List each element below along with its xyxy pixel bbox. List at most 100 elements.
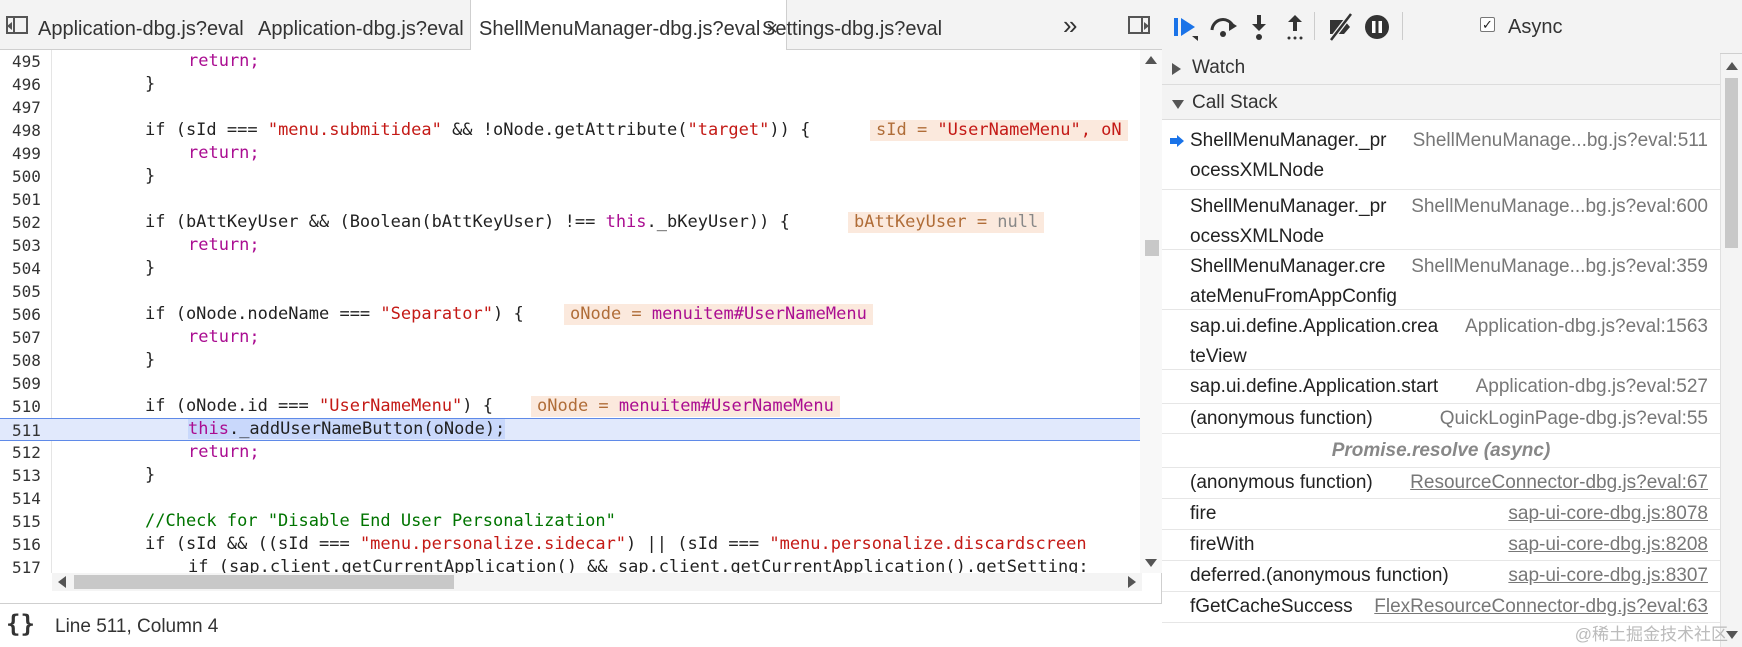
line-number[interactable]: 517 [0, 556, 48, 573]
line-number[interactable]: 505 [0, 280, 48, 303]
tab-label: Application-dbg.js?eval [38, 18, 244, 40]
frame-location[interactable]: FlexResourceConnector-dbg.js?eval:63 [1374, 590, 1708, 624]
code-line-504: } [145, 257, 155, 280]
call-frame[interactable]: ShellMenuManager.cre ateMenuFromAppConfi… [1162, 250, 1720, 310]
tab-shellmenumanager[interactable]: ShellMenuManager-dbg.js?eval × [470, 0, 787, 50]
frame-location[interactable]: sap-ui-core-dbg.js:8307 [1508, 559, 1708, 593]
call-frame[interactable]: (anonymous function) ResourceConnector-d… [1162, 468, 1720, 499]
line-number[interactable]: 497 [0, 96, 48, 119]
inline-value-oNode[interactable]: oNode = menuitem#UserNameMenu [564, 304, 873, 325]
resume-icon[interactable] [1170, 12, 1200, 42]
line-number[interactable]: 514 [0, 487, 48, 510]
code-area[interactable]: 495 496 497 498 499 500 501 502 503 504 … [0, 50, 1162, 573]
line-number[interactable]: 504 [0, 257, 48, 280]
line-number[interactable]: 495 [0, 50, 48, 73]
frame-function-name: ShellMenuManager._pr [1190, 130, 1387, 151]
tab-application-1[interactable]: Application-dbg.js?eval [38, 0, 244, 50]
code-token: } [145, 350, 156, 370]
code-line-502: if (bAttKeyUser && (Boolean(bAttKeyUser)… [145, 211, 790, 234]
frame-function-name: fGetCacheSuccess [1190, 596, 1353, 617]
line-number[interactable]: 499 [0, 142, 48, 165]
frame-location[interactable]: ShellMenuManage...bg.js?eval:600 [1411, 190, 1708, 224]
line-number[interactable]: 502 [0, 211, 48, 234]
call-frame[interactable]: sap.ui.define.Application.crea teView Ap… [1162, 310, 1720, 370]
frame-function-name: sap.ui.define.Application.crea [1190, 316, 1439, 337]
deactivate-breakpoints-icon[interactable] [1326, 12, 1356, 42]
line-number[interactable]: 500 [0, 165, 48, 188]
line-number[interactable]: 512 [0, 441, 48, 464]
call-frame[interactable]: fireWith sap-ui-core-dbg.js:8208 [1162, 530, 1720, 561]
frame-location[interactable]: sap-ui-core-dbg.js:8078 [1508, 497, 1708, 531]
call-frame[interactable]: ShellMenuManager._pr ocessXMLNode ShellM… [1162, 190, 1720, 250]
line-number[interactable]: 515 [0, 510, 48, 533]
callstack-section-header[interactable]: Call Stack [1162, 85, 1720, 120]
frame-location[interactable]: QuickLoginPage-dbg.js?eval:55 [1440, 402, 1708, 436]
call-frame[interactable]: fGetCacheSuccess FlexResourceConnector-d… [1162, 592, 1720, 623]
more-tabs-icon[interactable]: » [1063, 10, 1077, 41]
frame-location[interactable]: ShellMenuManage...bg.js?eval:359 [1411, 250, 1708, 284]
editor-horizontal-scrollbar[interactable] [52, 573, 1142, 591]
scroll-down-icon[interactable] [1145, 559, 1157, 567]
toggle-debugger-icon[interactable] [1128, 16, 1150, 34]
line-number[interactable]: 510 [0, 395, 48, 418]
scroll-thumb[interactable] [1725, 78, 1738, 248]
line-number[interactable]: 503 [0, 234, 48, 257]
frame-function-name: (anonymous function) [1190, 408, 1373, 429]
line-number[interactable]: 498 [0, 119, 48, 142]
code-line-512: return; [188, 441, 260, 464]
editor-vertical-scrollbar[interactable] [1140, 50, 1162, 573]
scroll-left-icon[interactable] [58, 576, 66, 588]
frame-location[interactable]: Application-dbg.js?eval:527 [1476, 370, 1708, 404]
scroll-right-icon[interactable] [1128, 576, 1136, 588]
scroll-up-icon[interactable] [1145, 56, 1157, 64]
frame-location[interactable]: ShellMenuManage...bg.js?eval:511 [1413, 124, 1708, 158]
scroll-up-icon[interactable] [1726, 62, 1738, 70]
frame-location[interactable]: Application-dbg.js?eval:1563 [1465, 310, 1708, 344]
code-token: if (sId === [145, 120, 268, 140]
line-number[interactable]: 507 [0, 326, 48, 349]
inline-value-key: oNode = [570, 304, 652, 324]
current-execution-line: 511 [0, 418, 1162, 441]
line-number[interactable]: 506 [0, 303, 48, 326]
frame-function-name: deferred.(anonymous function) [1190, 565, 1449, 586]
step-over-icon[interactable] [1208, 12, 1238, 42]
tab-application-2[interactable]: Application-dbg.js?eval [258, 0, 464, 50]
inline-value: menuitem#UserNameMenu [618, 396, 834, 416]
step-out-icon[interactable] [1280, 12, 1310, 42]
toolbar-divider [1402, 12, 1403, 40]
line-number[interactable]: 513 [0, 464, 48, 487]
inline-value: menuitem#UserNameMenu [651, 304, 867, 324]
tab-label: ShellMenuManager-dbg.js?eval [479, 18, 761, 40]
pause-on-exceptions-icon[interactable] [1362, 12, 1392, 42]
watch-section-header[interactable]: Watch [1162, 50, 1720, 85]
code-line-506: if (oNode.nodeName === "Separator") { [145, 303, 524, 326]
line-number[interactable]: 501 [0, 188, 48, 211]
debugger-vertical-scrollbar[interactable] [1720, 54, 1742, 647]
code-line-517: if (sap.client.getCurrentApplication() &… [188, 556, 1089, 573]
call-frame[interactable]: (anonymous function) QuickLoginPage-dbg.… [1162, 404, 1720, 434]
pretty-print-button[interactable]: {} [6, 610, 35, 638]
line-number[interactable]: 516 [0, 533, 48, 556]
scroll-thumb[interactable] [74, 575, 454, 589]
scroll-thumb[interactable] [1145, 240, 1159, 256]
call-frame[interactable]: deferred.(anonymous function) sap-ui-cor… [1162, 561, 1720, 592]
call-frame[interactable]: ShellMenuManager._pr ocessXMLNode ShellM… [1162, 124, 1720, 190]
line-number[interactable]: 508 [0, 349, 48, 372]
async-checkbox[interactable]: ✓ [1480, 17, 1495, 32]
line-number[interactable]: 511 [0, 419, 48, 442]
step-into-icon[interactable] [1244, 12, 1274, 42]
call-frame[interactable]: fire sap-ui-core-dbg.js:8078 [1162, 499, 1720, 530]
inline-value-sId[interactable]: sId = "UserNameMenu", oN [870, 120, 1128, 141]
call-frame[interactable]: sap.ui.define.Application.start Applicat… [1162, 370, 1720, 404]
code-line-498: if (sId === "menu.submitidea" && !oNode.… [145, 119, 810, 142]
tab-settings[interactable]: Settings-dbg.js?eval [762, 0, 942, 50]
inline-value-bAttKeyUser[interactable]: bAttKeyUser = null [848, 212, 1045, 233]
frame-location[interactable]: ResourceConnector-dbg.js?eval:67 [1410, 466, 1708, 500]
inline-value-oNode[interactable]: oNode = menuitem#UserNameMenu [531, 396, 840, 417]
toggle-navigator-icon[interactable] [6, 16, 28, 34]
code-line-503: return; [188, 234, 260, 257]
line-number[interactable]: 496 [0, 73, 48, 96]
line-number[interactable]: 509 [0, 372, 48, 395]
frame-location[interactable]: sap-ui-core-dbg.js:8208 [1508, 528, 1708, 562]
chevron-right-icon [1172, 63, 1181, 75]
